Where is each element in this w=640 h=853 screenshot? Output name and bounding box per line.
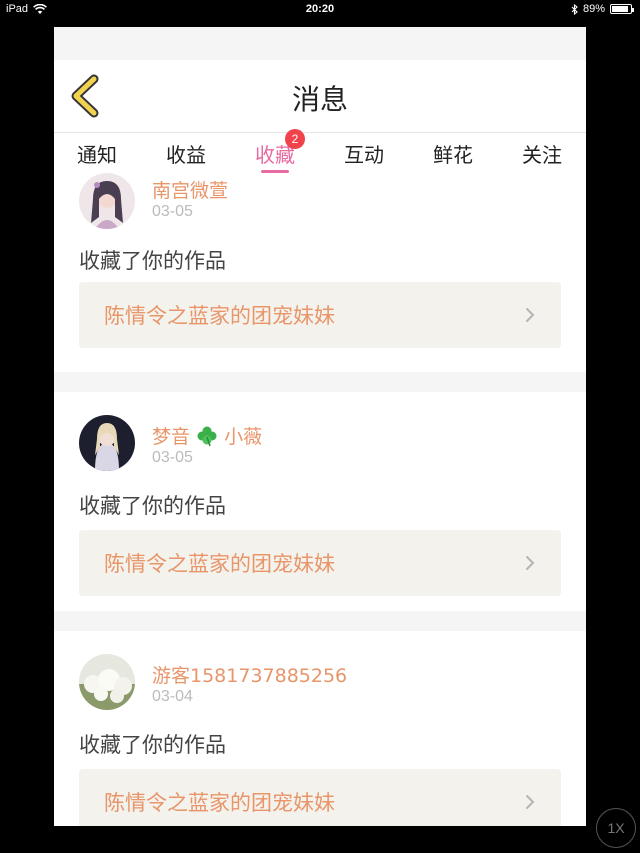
tab-favorites[interactable]: 收藏 2 [245,129,305,173]
unread-badge: 2 [285,129,305,149]
notification-list: 南宫微萱 03-05 收藏了你的作品 陈情令之蓝家的团宠妹妹 梦音 小薇 03-… [54,173,586,826]
tab-label: 鲜花 [433,143,473,167]
tab-bar: 通知 收益 收藏 2 互动 鲜花 关注 [54,129,586,174]
username[interactable]: 南宫微萱 [152,176,228,203]
work-link[interactable]: 陈情令之蓝家的团宠妹妹 [79,530,561,596]
tab-label: 收益 [166,143,206,167]
date: 03-05 [152,449,193,466]
zoom-1x-button[interactable]: 1X [596,808,636,848]
avatar-image [79,654,135,710]
work-title: 陈情令之蓝家的团宠妹妹 [104,552,335,576]
action-text: 收藏了你的作品 [79,494,226,518]
divider [54,611,586,631]
avatar-image [79,173,135,229]
avatar[interactable] [79,415,135,471]
app-window: 消息 通知 收益 收藏 2 互动 鲜花 关注 南宫微萱 03-05 收藏了你的作… [54,27,586,826]
tab-notice[interactable]: 通知 [67,139,127,168]
bluetooth-icon [571,3,578,15]
action-text: 收藏了你的作品 [79,733,226,757]
work-link[interactable]: 陈情令之蓝家的团宠妹妹 [79,282,561,348]
avatar[interactable] [79,173,135,229]
list-item: 南宫微萱 03-05 收藏了你的作品 陈情令之蓝家的团宠妹妹 [54,173,586,372]
username-part: 小薇 [224,426,263,448]
work-title: 陈情令之蓝家的团宠妹妹 [104,304,335,328]
status-right: 89% [571,3,634,15]
action-text: 收藏了你的作品 [79,249,226,273]
username-part: 梦音 [152,426,191,448]
tab-label: 关注 [522,143,562,167]
tab-label: 通知 [77,143,117,167]
avatar-image [79,415,135,471]
list-item: 游客1581737885256 03-04 收藏了你的作品 陈情令之蓝家的团宠妹… [54,631,586,826]
tab-label: 互动 [344,143,384,167]
work-link[interactable]: 陈情令之蓝家的团宠妹妹 [79,769,561,826]
chevron-right-icon [526,308,535,322]
avatar[interactable] [79,654,135,710]
active-tab-indicator [261,170,289,173]
chevron-right-icon [526,556,535,570]
list-item: 梦音 小薇 03-05 收藏了你的作品 陈情令之蓝家的团宠妹妹 [54,392,586,611]
page-title: 消息 [291,83,348,116]
status-bar: iPad 20:20 89% [0,0,640,20]
date: 03-04 [152,688,193,705]
chevron-right-icon [526,795,535,809]
tab-interaction[interactable]: 互动 [334,139,394,168]
nav-bar: 消息 [54,60,586,132]
battery-percent: 89% [582,3,605,15]
tab-flowers[interactable]: 鲜花 [423,139,483,168]
tab-earnings[interactable]: 收益 [156,139,216,168]
date: 03-05 [152,203,193,220]
battery-icon [610,4,634,14]
work-title: 陈情令之蓝家的团宠妹妹 [104,791,335,815]
clover-icon [197,426,217,447]
username[interactable]: 游客1581737885256 [152,661,347,688]
username[interactable]: 梦音 小薇 [152,422,262,449]
divider [54,372,586,392]
tab-follow[interactable]: 关注 [512,139,572,168]
battery-level [612,6,629,12]
clock: 20:20 [305,3,335,15]
top-strip [54,27,586,60]
